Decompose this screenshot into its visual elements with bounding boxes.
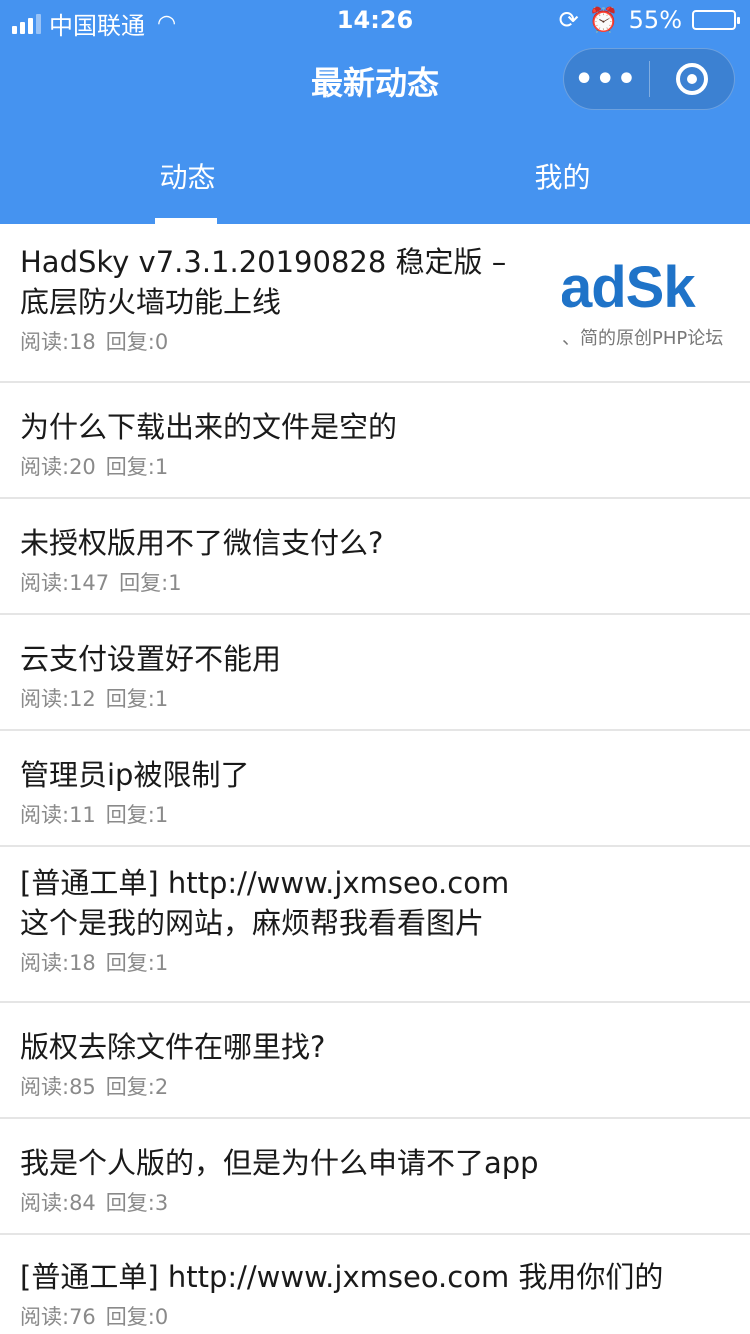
- list-item[interactable]: 我是个人版的，但是为什么申请不了app 阅读:84 回复:3: [0, 1119, 750, 1235]
- list-item[interactable]: [普通工单] http://www.jxmseo.com 这个是我的网站，麻烦帮…: [0, 847, 750, 1003]
- reply-count: 回复:1: [105, 455, 169, 479]
- active-tab-indicator: [155, 218, 217, 224]
- post-meta: 阅读:20 回复:1: [20, 451, 750, 481]
- post-meta: 阅读:18 回复:1: [20, 947, 750, 977]
- read-count: 阅读:12: [20, 687, 96, 711]
- read-count: 阅读:147: [20, 571, 110, 595]
- reply-count: 回复:1: [105, 951, 169, 975]
- post-list: HadSky v7.3.1.20190828 稳定版 – 底层防火墙功能上线 阅…: [0, 228, 750, 1334]
- read-count: 阅读:18: [20, 951, 96, 975]
- post-title: 版权去除文件在哪里找?: [20, 1030, 326, 1064]
- read-count: 阅读:11: [20, 803, 96, 827]
- status-bar: 中国联通 ◠ 14:26 ⟳ ⏰ 55%: [0, 0, 750, 40]
- read-count: 阅读:85: [20, 1075, 96, 1099]
- post-title: HadSky v7.3.1.20190828 稳定版 – 底层防火墙功能上线: [20, 245, 507, 319]
- post-meta: 阅读:12 回复:1: [20, 683, 750, 713]
- read-count: 阅读:84: [20, 1191, 96, 1215]
- miniprogram-capsule: •••: [563, 48, 735, 110]
- list-item[interactable]: 为什么下载出来的文件是空的 阅读:20 回复:1: [0, 383, 750, 499]
- post-title: 为什么下载出来的文件是空的: [20, 410, 398, 444]
- post-meta: 阅读:84 回复:3: [20, 1187, 750, 1217]
- reply-count: 回复:1: [105, 803, 169, 827]
- thumbnail-logo: adSk: [562, 255, 696, 320]
- list-item[interactable]: 版权去除文件在哪里找? 阅读:85 回复:2: [0, 1003, 750, 1119]
- list-item[interactable]: 未授权版用不了微信支付么? 阅读:147 回复:1: [0, 499, 750, 615]
- alarm-icon: ⏰: [588, 6, 619, 34]
- read-count: 阅读:20: [20, 455, 96, 479]
- reply-count: 回复:1: [119, 571, 182, 595]
- thumbnail-tagline: 、简的原创PHP论坛: [562, 328, 724, 349]
- target-icon: [675, 63, 708, 95]
- post-title: 云支付设置好不能用: [20, 642, 282, 676]
- more-menu-button[interactable]: •••: [564, 62, 649, 97]
- battery-icon: [692, 10, 740, 30]
- read-count: 阅读:18: [20, 330, 96, 354]
- list-item[interactable]: HadSky v7.3.1.20190828 稳定版 – 底层防火墙功能上线 阅…: [0, 228, 750, 383]
- tab-mine[interactable]: 我的: [375, 140, 750, 224]
- post-title: [普通工单] http://www.jxmseo.com 我用你们的: [20, 1260, 664, 1294]
- post-meta: 阅读:76 回复:0: [20, 1301, 750, 1331]
- post-meta: 阅读:85 回复:2: [20, 1071, 750, 1101]
- post-title: [普通工单] http://www.jxmseo.com 这个是我的网站，麻烦帮…: [20, 866, 510, 940]
- rotation-lock-icon: ⟳: [558, 6, 579, 34]
- close-miniprogram-button[interactable]: [650, 63, 735, 95]
- read-count: 阅读:76: [20, 1305, 96, 1329]
- reply-count: 回复:2: [105, 1075, 169, 1099]
- list-item[interactable]: 云支付设置好不能用 阅读:12 回复:1: [0, 615, 750, 731]
- list-item[interactable]: 管理员ip被限制了 阅读:11 回复:1: [0, 731, 750, 847]
- tab-bar: 动态 我的: [0, 140, 750, 224]
- list-item[interactable]: [普通工单] http://www.jxmseo.com 我用你们的 阅读:76…: [0, 1235, 750, 1334]
- tab-label: 动态: [159, 161, 216, 194]
- battery-percent: 55%: [628, 6, 682, 34]
- post-title: 未授权版用不了微信支付么?: [20, 526, 384, 560]
- header: 中国联通 ◠ 14:26 ⟳ ⏰ 55% 最新动态 ••• 动态 我的: [0, 0, 750, 224]
- tab-feed[interactable]: 动态: [0, 140, 375, 224]
- post-title: 管理员ip被限制了: [20, 758, 250, 792]
- reply-count: 回复:1: [105, 687, 169, 711]
- tab-label: 我的: [534, 161, 591, 194]
- post-meta: 阅读:147 回复:1: [20, 567, 750, 597]
- reply-count: 回复:0: [105, 1305, 169, 1329]
- post-meta: 阅读:11 回复:1: [20, 799, 750, 829]
- reply-count: 回复:3: [105, 1191, 169, 1215]
- reply-count: 回复:0: [105, 330, 169, 354]
- post-title: 我是个人版的，但是为什么申请不了app: [20, 1146, 539, 1180]
- post-thumbnail: adSk 、简的原创PHP论坛: [562, 252, 730, 364]
